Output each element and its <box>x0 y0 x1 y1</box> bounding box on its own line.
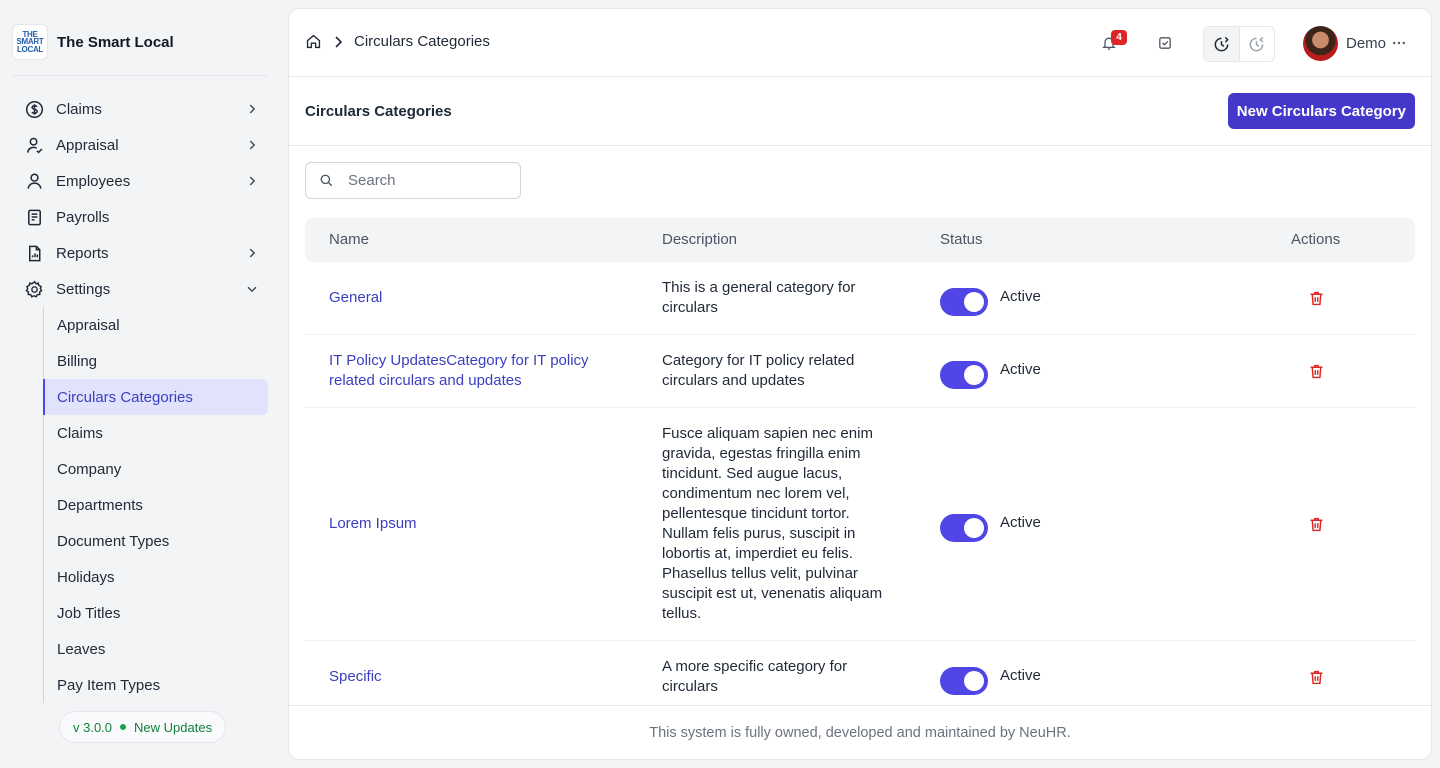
category-description: Category for IT policy related circulars… <box>662 352 855 389</box>
sidebar-item-label: Settings <box>56 280 111 298</box>
column-header-name: Name <box>329 231 370 248</box>
chevron-down-icon <box>244 281 260 297</box>
sidebar-nav: Claims Appraisal Employees Payrolls Repo… <box>16 91 268 307</box>
sidebar-item-label: Employees <box>56 172 131 190</box>
status-label: Active <box>1000 288 1041 305</box>
sidebar-item-label: Payrolls <box>56 208 110 226</box>
column-header-status: Status <box>940 231 983 248</box>
status-toggle[interactable] <box>940 667 988 695</box>
table-row: Lorem Ipsum Fusce aliquam sapien nec eni… <box>305 408 1415 641</box>
receipt-icon <box>24 207 44 227</box>
more-horizontal-icon[interactable] <box>1389 33 1409 53</box>
column-header-description: Description <box>662 231 738 248</box>
brand[interactable]: THE SMART LOCAL The Smart Local <box>12 24 174 60</box>
breadcrumb: Circulars Categories <box>305 33 490 50</box>
trash-icon[interactable] <box>1307 289 1325 307</box>
settings-item-leaves[interactable]: Leaves <box>44 631 268 667</box>
settings-item-company[interactable]: Company <box>44 451 268 487</box>
table-row: IT Policy UpdatesCategory for IT policy … <box>305 335 1415 408</box>
chevron-right-icon <box>330 34 346 50</box>
gear-icon <box>24 279 44 299</box>
chevron-right-icon <box>244 245 260 261</box>
category-name-link[interactable]: Lorem Ipsum <box>329 514 619 534</box>
home-icon[interactable] <box>305 33 322 50</box>
sidebar-item-claims[interactable]: Claims <box>16 91 268 127</box>
settings-item-departments[interactable]: Departments <box>44 487 268 523</box>
footer-text: This system is fully owned, developed an… <box>649 724 1071 741</box>
settings-item-billing[interactable]: Billing <box>44 343 268 379</box>
new-circulars-category-button[interactable]: New Circulars Category <box>1227 93 1415 129</box>
sidebar-item-label: Claims <box>56 100 102 118</box>
chevron-placeholder <box>244 209 260 225</box>
table-row: General This is a general category for c… <box>305 262 1415 335</box>
column-header-actions: Actions <box>1291 231 1341 248</box>
status-label: Active <box>1000 667 1041 684</box>
category-name-link[interactable]: Specific <box>329 667 619 687</box>
sidebar-item-employees[interactable]: Employees <box>16 163 268 199</box>
table-header: Name Description Status Actions <box>305 218 1415 262</box>
user-check-icon <box>24 135 44 155</box>
settings-subnav: Appraisal Billing Circulars Categories C… <box>43 307 268 703</box>
table-row: Specific A more specific category for ci… <box>305 641 1415 714</box>
settings-item-appraisal[interactable]: Appraisal <box>44 307 268 343</box>
avatar[interactable] <box>1303 26 1338 61</box>
settings-item-pay-item-types[interactable]: Pay Item Types <box>44 667 268 703</box>
category-description: This is a general category for circulars <box>662 279 856 316</box>
clock-out-icon[interactable] <box>1240 27 1275 61</box>
trash-icon[interactable] <box>1307 515 1325 533</box>
brand-name: The Smart Local <box>57 33 174 51</box>
status-toggle[interactable] <box>940 361 988 389</box>
settings-item-document-types[interactable]: Document Types <box>44 523 268 559</box>
chevron-right-icon <box>244 173 260 189</box>
page-title: Circulars Categories <box>305 103 452 120</box>
clock-toggle-group <box>1203 26 1275 62</box>
topbar: Circulars Categories 4 Demo <box>289 9 1431 77</box>
category-name-link[interactable]: General <box>329 288 619 308</box>
dollar-circle-icon <box>24 99 44 119</box>
version-badge[interactable]: v 3.0.0 New Updates <box>59 711 227 743</box>
status-toggle[interactable] <box>940 288 988 316</box>
footer: This system is fully owned, developed an… <box>289 705 1431 759</box>
notification-badge: 4 <box>1111 30 1127 45</box>
version-number: v 3.0.0 <box>73 719 113 735</box>
settings-item-claims[interactable]: Claims <box>44 415 268 451</box>
sidebar-item-reports[interactable]: Reports <box>16 235 268 271</box>
categories-table: Name Description Status Actions General … <box>305 218 1415 714</box>
settings-item-job-titles[interactable]: Job Titles <box>44 595 268 631</box>
settings-item-holidays[interactable]: Holidays <box>44 559 268 595</box>
status-label: Active <box>1000 514 1041 531</box>
chevron-right-icon <box>244 137 260 153</box>
category-description: Fusce aliquam sapien nec enim gravida, e… <box>662 425 883 622</box>
trash-icon[interactable] <box>1307 362 1325 380</box>
task-check-icon[interactable] <box>1155 33 1175 53</box>
report-file-icon <box>24 243 44 263</box>
breadcrumb-current: Circulars Categories <box>354 33 490 50</box>
brand-logo: THE SMART LOCAL <box>12 24 48 60</box>
clock-in-icon[interactable] <box>1204 27 1240 61</box>
sidebar: THE SMART LOCAL The Smart Local Claims A… <box>0 0 288 768</box>
sidebar-item-payrolls[interactable]: Payrolls <box>16 199 268 235</box>
sidebar-item-settings[interactable]: Settings <box>16 271 268 307</box>
main-panel: Circulars Categories 4 Demo Circulars Ca… <box>288 8 1432 760</box>
sidebar-item-label: Reports <box>56 244 109 262</box>
sidebar-item-appraisal[interactable]: Appraisal <box>16 127 268 163</box>
category-name-link[interactable]: IT Policy UpdatesCategory for IT policy … <box>329 351 619 391</box>
user-name[interactable]: Demo <box>1346 35 1386 52</box>
settings-item-circulars-categories[interactable]: Circulars Categories <box>43 379 268 415</box>
search-icon <box>318 173 334 189</box>
search-box <box>305 162 521 199</box>
trash-icon[interactable] <box>1307 668 1325 686</box>
logo-text-line: LOCAL <box>16 44 44 54</box>
status-label: Active <box>1000 361 1041 378</box>
user-icon <box>24 171 44 191</box>
search-input[interactable] <box>348 172 508 189</box>
sidebar-item-label: Appraisal <box>56 136 119 154</box>
updates-label: New Updates <box>134 719 213 735</box>
category-description: A more specific category for circulars <box>662 658 848 695</box>
page-header: Circulars Categories New Circulars Categ… <box>289 77 1431 146</box>
chevron-right-icon <box>244 101 260 117</box>
status-dot <box>120 724 127 730</box>
sidebar-divider <box>12 75 268 76</box>
status-toggle[interactable] <box>940 514 988 542</box>
